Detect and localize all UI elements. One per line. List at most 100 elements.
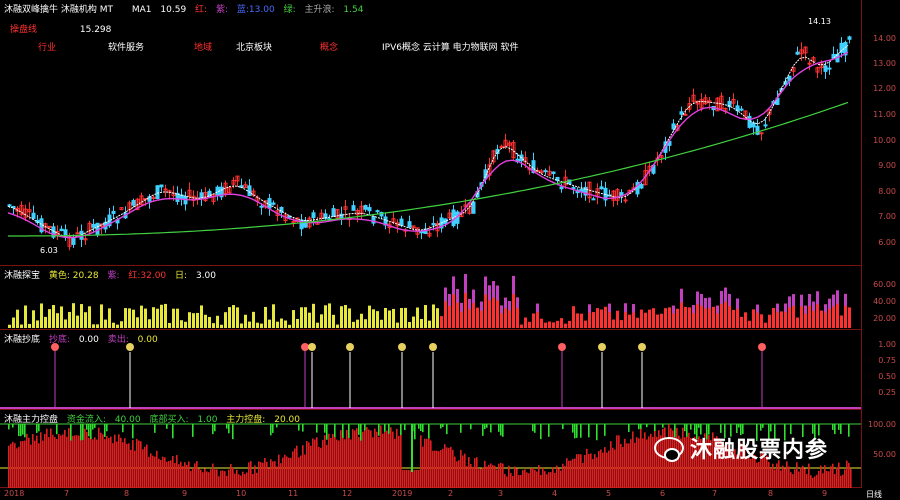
force-bar <box>362 431 364 488</box>
candle <box>375 210 380 213</box>
force-bar <box>316 437 318 488</box>
force-bar <box>350 439 352 488</box>
candle <box>599 186 604 190</box>
force-bar <box>330 438 332 488</box>
force-bar <box>488 464 490 488</box>
force-bar <box>48 437 50 488</box>
volume-bar <box>596 308 599 328</box>
candle <box>683 113 688 116</box>
force-bar <box>832 463 834 488</box>
volume-bar <box>768 314 771 328</box>
force-bar <box>552 467 554 488</box>
volume-bar-top <box>724 287 727 302</box>
inflow-bar <box>654 424 656 432</box>
volume-bar <box>748 320 751 328</box>
volume-bar <box>32 310 35 328</box>
force-bar <box>756 462 758 488</box>
force-bar <box>270 459 272 488</box>
volume-bar <box>188 312 191 328</box>
force-bar <box>308 442 310 488</box>
inflow-bar <box>498 424 500 432</box>
candle <box>807 62 812 65</box>
force-bar <box>368 429 370 488</box>
force-bar <box>294 448 296 488</box>
force-bar <box>120 437 122 488</box>
force-bar <box>770 468 772 488</box>
force-bar <box>480 468 482 488</box>
inflow-bar <box>90 424 92 439</box>
inflow-bar <box>106 424 108 432</box>
sell-signal-dot <box>346 343 354 351</box>
volume-bar-top <box>472 289 475 304</box>
force-bar <box>392 431 394 488</box>
force-bar <box>840 475 842 488</box>
period-label[interactable]: 日线 <box>866 489 882 500</box>
inflow-bar <box>690 424 692 430</box>
volume-bar <box>584 320 587 328</box>
force-bar <box>164 457 166 488</box>
force-bar <box>446 447 448 488</box>
volume-bar-top <box>508 301 511 311</box>
inflow-bar <box>228 424 230 434</box>
sell-signal-dot <box>308 343 316 351</box>
force-bar <box>504 474 506 488</box>
volume-tick: 60.00 <box>873 280 896 289</box>
force-bar <box>366 427 368 488</box>
volume-bar <box>204 314 207 328</box>
volume-bar-top <box>468 298 471 310</box>
force-bar <box>342 432 344 488</box>
force-bar <box>584 455 586 488</box>
force-bar <box>234 473 236 488</box>
inflow-bar <box>324 424 326 433</box>
volume-bar-top <box>588 304 591 313</box>
force-bar <box>398 435 400 488</box>
volume-bar <box>684 306 687 328</box>
volume-bar <box>600 309 603 328</box>
force-bar <box>28 437 30 488</box>
force-bar <box>62 434 64 488</box>
inflow-bar <box>122 424 124 433</box>
volume-bar <box>572 306 575 328</box>
force-bar <box>630 439 632 488</box>
inflow-bar <box>276 424 278 428</box>
volume-bar <box>8 324 11 328</box>
force-bar <box>154 456 156 488</box>
inflow-bar <box>640 424 642 429</box>
force-bar <box>364 425 366 488</box>
main-tick: 50.00 <box>873 450 896 459</box>
force-bar <box>820 465 822 488</box>
inflow-bar <box>94 424 96 428</box>
force-bar <box>276 466 278 488</box>
force-bar <box>816 474 818 488</box>
force-bar <box>38 443 40 488</box>
volume-bar <box>396 322 399 328</box>
volume-bar <box>16 309 19 328</box>
force-bar <box>184 462 186 488</box>
force-bar <box>210 469 212 488</box>
volume-bar-top <box>536 303 539 313</box>
volume-bar-top <box>716 305 719 314</box>
force-bar <box>236 469 238 488</box>
force-bar <box>558 468 560 488</box>
force-bar <box>334 436 336 488</box>
volume-bar-top <box>624 303 627 312</box>
candle <box>759 132 764 135</box>
inflow-bar <box>588 424 590 438</box>
force-bar <box>148 456 150 488</box>
inflow-bar <box>378 424 380 436</box>
candle <box>559 186 564 190</box>
volume-bar-top <box>824 304 827 313</box>
force-bar <box>206 471 208 488</box>
volume-bar <box>568 320 571 328</box>
force-bar <box>106 436 108 488</box>
inflow-bar <box>442 424 444 428</box>
inflow-bar <box>420 424 422 432</box>
inflow-bar <box>302 424 304 432</box>
force-bar <box>620 443 622 488</box>
force-bar <box>272 461 274 488</box>
volume-bar-top <box>788 296 791 308</box>
force-bar <box>428 437 430 488</box>
volume-bar-top <box>808 294 811 306</box>
force-bar <box>280 463 282 488</box>
sell-signal-dot <box>598 343 606 351</box>
